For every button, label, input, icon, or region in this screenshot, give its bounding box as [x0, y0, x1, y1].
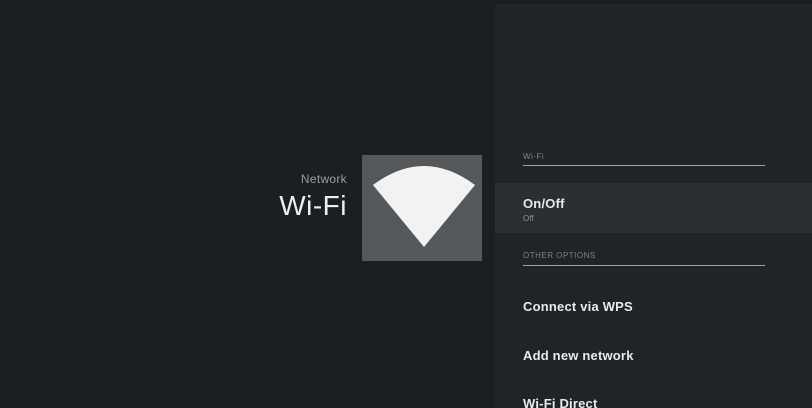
on-off-label: On/Off: [523, 196, 565, 211]
settings-screen: Network Wi-Fi Wi-Fi On/Off Off OTHER OPT…: [4, 4, 812, 408]
add-new-network-item[interactable]: Add new network: [495, 338, 812, 374]
connect-via-wps-item[interactable]: Connect via WPS: [495, 289, 812, 325]
connect-via-wps-label: Connect via WPS: [523, 299, 633, 314]
section-header-wifi: Wi-Fi: [523, 152, 545, 161]
section-header-other-options: OTHER OPTIONS: [523, 251, 596, 260]
page-title: Wi-Fi: [279, 190, 347, 221]
section-divider: [523, 165, 765, 166]
add-new-network-label: Add new network: [523, 348, 634, 363]
wifi-direct-label: Wi-Fi Direct: [523, 396, 598, 408]
wifi-tile: [362, 155, 482, 261]
wifi-icon: [373, 166, 475, 247]
header-pane: Network Wi-Fi: [4, 4, 495, 408]
on-off-value: Off: [523, 214, 534, 223]
wifi-direct-item[interactable]: Wi-Fi Direct: [495, 386, 812, 408]
on-off-toggle[interactable]: On/Off Off: [495, 183, 812, 233]
options-panel: Wi-Fi On/Off Off OTHER OPTIONS Connect v…: [495, 4, 812, 408]
section-divider: [523, 265, 765, 266]
breadcrumb: Network: [300, 172, 347, 186]
